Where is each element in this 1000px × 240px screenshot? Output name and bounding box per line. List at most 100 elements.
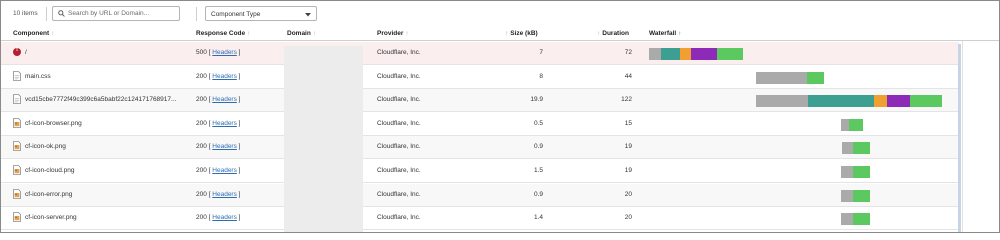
column-header-size[interactable]: ↑ Size (kB) bbox=[505, 30, 538, 37]
waterfall-segment-queue[interactable] bbox=[649, 48, 661, 60]
toolbar-divider bbox=[196, 7, 197, 21]
network-requests-panel: 10 items Component Type Component↑ Respo… bbox=[0, 0, 1000, 233]
duration-value: 20 bbox=[624, 190, 632, 198]
provider-name: Cloudflare, Inc. bbox=[377, 49, 421, 56]
waterfall-segment-receive[interactable] bbox=[807, 71, 824, 84]
waterfall-segment-receive[interactable] bbox=[849, 118, 863, 131]
search-input[interactable] bbox=[68, 8, 176, 19]
table-row[interactable]: cf-icon-cloud.png 200 [ Headers ] Cloudfla… bbox=[1, 160, 959, 183]
headers-link[interactable]: Headers bbox=[212, 73, 237, 80]
size-value: 19.9 bbox=[530, 96, 543, 104]
column-divider bbox=[962, 41, 963, 232]
duration-value: 15 bbox=[624, 119, 632, 127]
headers-link[interactable]: Headers bbox=[212, 167, 237, 174]
item-count: 10 items bbox=[13, 10, 38, 17]
provider-name: Cloudflare, Inc. bbox=[377, 119, 421, 127]
table-header: Component ↑ Response Code ↑ Domain ↑ Provid… bbox=[1, 27, 999, 41]
response-code: 200 [ Headers ] bbox=[196, 167, 241, 174]
table-row[interactable]: main.css 200 [ Headers ] Cloudflare, Inc. 8… bbox=[1, 66, 959, 89]
table-row[interactable]: cf-icon-ok.png 200 [ Headers ] Cloudflare,… bbox=[1, 136, 959, 160]
column-header-domain[interactable]: Domain ↑ bbox=[287, 30, 316, 37]
duration-value: 20 bbox=[624, 214, 632, 222]
component-name[interactable]: vcd15cbe7772f49c399c6a5babf22c1241717689… bbox=[25, 96, 176, 103]
duration-value: 44 bbox=[624, 72, 632, 80]
waterfall-segment-receive[interactable] bbox=[853, 213, 870, 226]
waterfall-segment-receive[interactable] bbox=[717, 48, 743, 60]
table-row[interactable]: cf-icon-browser.png 200 [ Headers ] Cloudf… bbox=[1, 113, 959, 136]
headers-link[interactable]: Headers bbox=[212, 120, 237, 127]
waterfall-segment-queue[interactable] bbox=[841, 166, 853, 178]
status-code: 200 bbox=[196, 143, 207, 151]
sort-arrow-icon: ↑ bbox=[51, 30, 55, 37]
waterfall-segment-queue[interactable] bbox=[841, 213, 853, 226]
size-value: 8 bbox=[539, 72, 543, 80]
status-code: 200 bbox=[196, 167, 207, 174]
waterfall-timeline-marker bbox=[958, 44, 961, 232]
component-type-select[interactable]: Component Type bbox=[205, 6, 317, 21]
waterfall-segment-queue[interactable] bbox=[756, 95, 808, 108]
component-name[interactable]: cf-icon-browser.png bbox=[25, 120, 82, 127]
waterfall-segment-ssl[interactable] bbox=[680, 48, 691, 60]
waterfall-segment-wait[interactable] bbox=[691, 48, 717, 60]
sort-arrow-icon: ↑ bbox=[597, 30, 601, 37]
response-code: 200 [ Headers ] bbox=[196, 143, 241, 151]
waterfall-segment-receive[interactable] bbox=[853, 166, 870, 178]
toolbar-divider bbox=[46, 7, 47, 21]
column-header-provider[interactable]: Provider ↑ bbox=[377, 30, 409, 37]
waterfall-segment-receive[interactable] bbox=[910, 95, 942, 108]
duration-value: 122 bbox=[621, 96, 632, 104]
provider-name: Cloudflare, Inc. bbox=[377, 72, 421, 80]
status-code: 200 bbox=[196, 72, 207, 80]
headers-link[interactable]: Headers bbox=[212, 191, 237, 198]
component-name[interactable]: / bbox=[25, 49, 27, 56]
provider-name: Cloudflare, Inc. bbox=[377, 96, 421, 104]
search-box[interactable] bbox=[52, 6, 180, 21]
image-file-icon bbox=[13, 117, 21, 128]
column-header-duration[interactable]: ↑ Duration bbox=[597, 30, 629, 37]
sort-arrow-icon: ↑ bbox=[247, 30, 251, 37]
waterfall-segment-connect[interactable] bbox=[661, 48, 680, 60]
table-row[interactable]: vcd15cbe7772f49c399c6a5babf22c1241717689… bbox=[1, 89, 959, 113]
status-code: 200 bbox=[196, 96, 207, 104]
waterfall-segment-queue[interactable] bbox=[756, 71, 807, 84]
size-value: 0.9 bbox=[533, 190, 543, 198]
component-name[interactable]: cf-icon-cloud.png bbox=[25, 167, 75, 174]
sort-arrow-icon: ↑ bbox=[505, 30, 509, 37]
duration-value: 19 bbox=[624, 167, 632, 174]
waterfall-segment-ssl[interactable] bbox=[874, 95, 887, 108]
response-code: 500 [ Headers ] bbox=[196, 49, 241, 56]
waterfall-segment-queue[interactable] bbox=[841, 118, 849, 131]
search-icon bbox=[58, 10, 65, 17]
component-name[interactable]: cf-icon-server.png bbox=[25, 214, 77, 221]
column-header-component[interactable]: Component ↑ bbox=[13, 30, 54, 37]
size-value: 0.9 bbox=[533, 143, 543, 151]
waterfall-segment-wait[interactable] bbox=[887, 95, 910, 108]
sort-arrow-icon: ↑ bbox=[678, 30, 682, 37]
component-name[interactable]: cf-icon-error.png bbox=[25, 191, 72, 198]
image-file-icon bbox=[13, 188, 21, 199]
headers-link[interactable]: Headers bbox=[212, 143, 237, 150]
toolbar: 10 items Component Type bbox=[1, 1, 999, 27]
duration-value: 72 bbox=[624, 49, 632, 56]
component-name[interactable]: main.css bbox=[25, 73, 51, 80]
response-code: 200 [ Headers ] bbox=[196, 72, 241, 80]
waterfall-segment-queue[interactable] bbox=[841, 189, 853, 202]
waterfall-segment-queue[interactable] bbox=[842, 142, 853, 155]
headers-link[interactable]: Headers bbox=[212, 96, 237, 103]
status-code: 200 bbox=[196, 190, 207, 198]
headers-link[interactable]: Headers bbox=[212, 49, 237, 56]
size-value: 1.5 bbox=[533, 167, 543, 174]
component-name[interactable]: cf-icon-ok.png bbox=[25, 143, 66, 150]
waterfall-segment-receive[interactable] bbox=[853, 142, 870, 155]
table-row[interactable]: cf-icon-server.png 200 [ Headers ] Cloudfl… bbox=[1, 207, 959, 231]
waterfall-segment-connect[interactable] bbox=[808, 95, 874, 108]
response-code: 200 [ Headers ] bbox=[196, 96, 241, 104]
response-code: 200 [ Headers ] bbox=[196, 214, 241, 222]
table-row[interactable]: / 500 [ Headers ] Cloudflare, Inc. 7 72 bbox=[1, 42, 959, 65]
column-header-response-code[interactable]: Response Code ↑ bbox=[196, 30, 250, 37]
sort-arrow-icon: ↑ bbox=[312, 30, 317, 37]
waterfall-segment-receive[interactable] bbox=[853, 189, 870, 202]
headers-link[interactable]: Headers bbox=[212, 214, 237, 221]
table-row[interactable]: cf-icon-error.png 200 [ Headers ] Cloudfla… bbox=[1, 183, 959, 207]
column-header-waterfall[interactable]: Waterfall ↑ bbox=[649, 30, 681, 37]
